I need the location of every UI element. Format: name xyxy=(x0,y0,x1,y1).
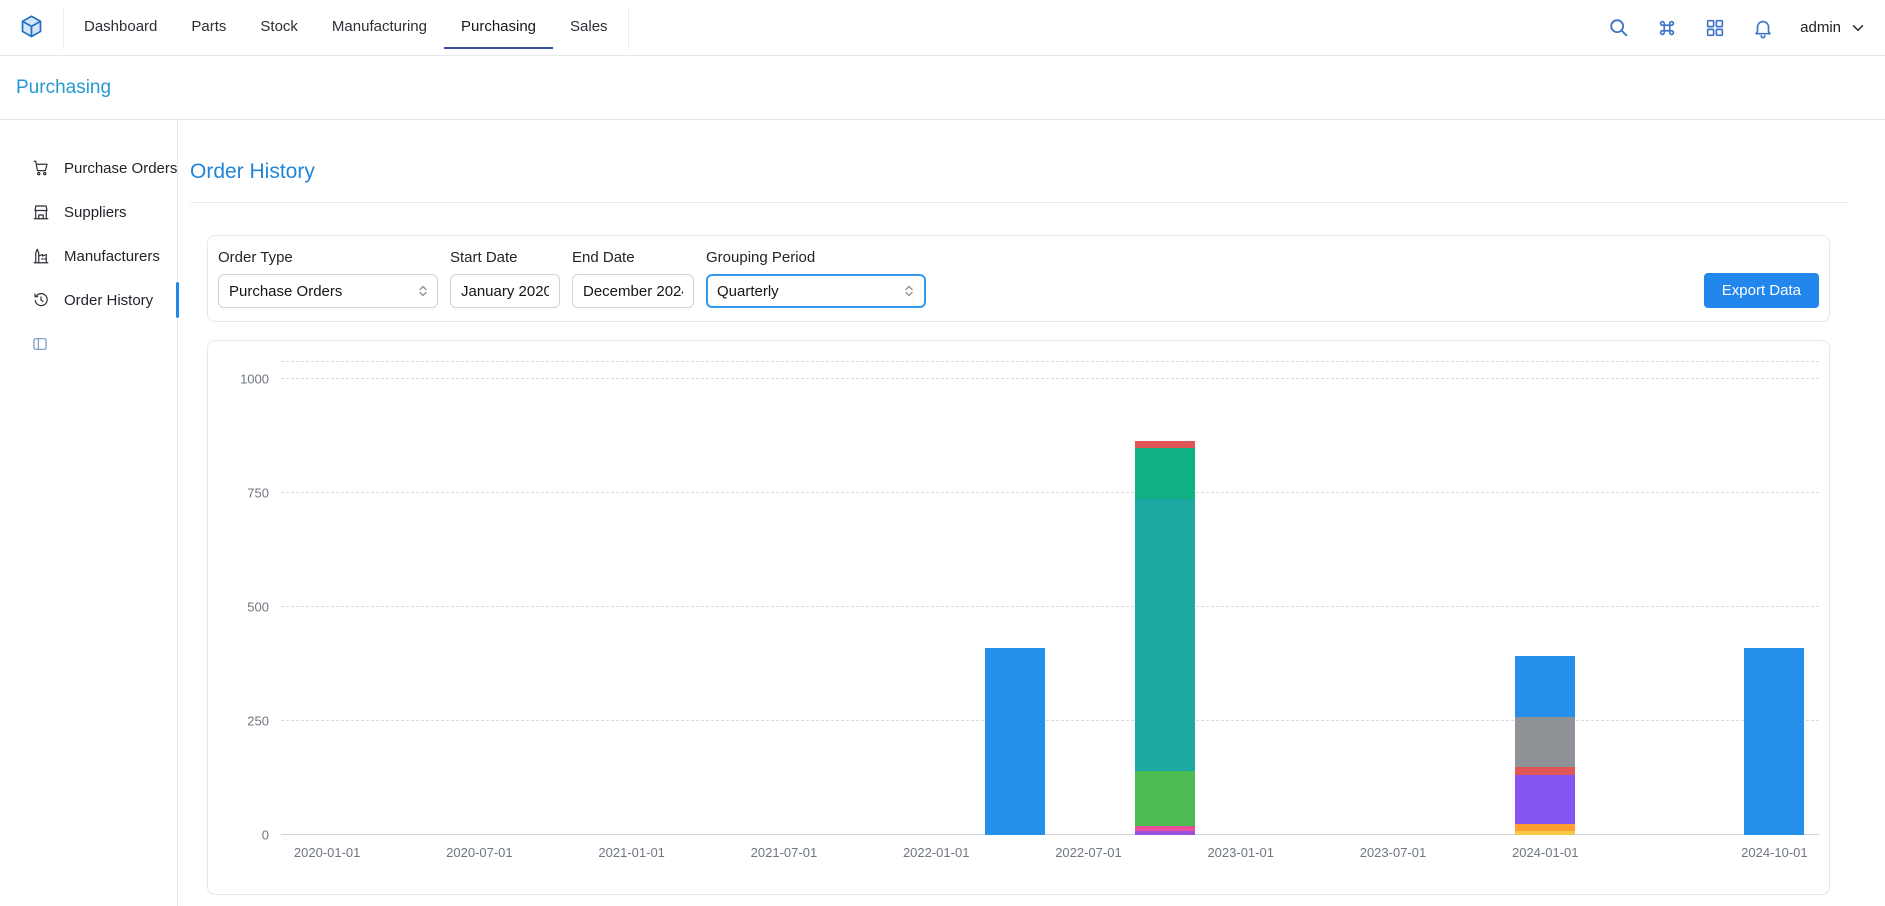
start-date-input-wrap xyxy=(450,274,560,308)
selector-chevrons-icon xyxy=(417,285,429,297)
segment-violet xyxy=(1135,831,1195,835)
bar-2022-Q4[interactable] xyxy=(1135,441,1195,835)
user-name: admin xyxy=(1800,19,1841,36)
end-date-input-wrap xyxy=(572,274,694,308)
top-navbar: Dashboard Parts Stock Manufacturing Purc… xyxy=(0,0,1885,56)
sidebar-item-purchase-orders[interactable]: Purchase Orders xyxy=(0,146,177,190)
segment-red xyxy=(1515,767,1575,775)
tab-purchasing[interactable]: Purchasing xyxy=(444,7,553,49)
x-tick-label: 2022-01-01 xyxy=(903,845,970,860)
order-type-field: Order Type Purchase Orders xyxy=(218,249,438,308)
tab-stock[interactable]: Stock xyxy=(243,7,315,49)
user-menu[interactable]: admin xyxy=(1800,19,1867,37)
y-tick-label: 0 xyxy=(262,828,269,843)
main-nav-tabs: Dashboard Parts Stock Manufacturing Purc… xyxy=(63,7,629,49)
purchasing-sidebar: Purchase Orders Suppliers M xyxy=(0,120,178,906)
x-tick-label: 2020-01-01 xyxy=(294,845,361,860)
x-tick-label: 2022-07-01 xyxy=(1055,845,1122,860)
plot-top-border xyxy=(281,361,1819,362)
sidebar-item-order-history[interactable]: Order History xyxy=(0,278,177,322)
filter-panel: Order Type Purchase Orders Start Date xyxy=(207,235,1830,322)
breadcrumb-bar: Purchasing xyxy=(0,56,1885,120)
export-data-button[interactable]: Export Data xyxy=(1704,273,1819,308)
main-content: Order History Order Type Purchase Orders… xyxy=(178,120,1885,906)
gridline-1000 xyxy=(281,378,1819,379)
section-divider xyxy=(190,202,1849,203)
x-tick-label: 2023-07-01 xyxy=(1360,845,1427,860)
gridline-0 xyxy=(281,834,1819,835)
start-date-field: Start Date xyxy=(450,249,560,308)
tab-parts[interactable]: Parts xyxy=(174,7,243,49)
chart-plot: 025050075010002020-01-012020-07-012021-0… xyxy=(281,361,1819,835)
sidebar-item-label: Purchase Orders xyxy=(64,160,177,177)
x-tick-label: 2021-07-01 xyxy=(751,845,818,860)
end-date-input[interactable] xyxy=(583,283,683,300)
end-date-field: End Date xyxy=(572,249,694,308)
x-tick-label: 2020-07-01 xyxy=(446,845,513,860)
grouping-period-value: Quarterly xyxy=(717,283,779,300)
building-store-icon xyxy=(32,203,50,221)
chevron-down-icon xyxy=(1849,19,1867,37)
segment-blue xyxy=(1515,656,1575,717)
segment-violet xyxy=(1515,775,1575,824)
sidebar-item-label: Suppliers xyxy=(64,204,127,221)
start-date-input[interactable] xyxy=(461,283,549,300)
grouping-period-select[interactable]: Quarterly xyxy=(706,274,926,308)
tab-manufacturing[interactable]: Manufacturing xyxy=(315,7,444,49)
bell-icon[interactable] xyxy=(1752,17,1774,39)
sidebar-item-label: Order History xyxy=(64,292,153,309)
x-tick-label: 2021-01-01 xyxy=(598,845,665,860)
gridline-750 xyxy=(281,492,1819,493)
selector-chevrons-icon xyxy=(903,285,915,297)
history-icon xyxy=(32,291,50,309)
order-type-value: Purchase Orders xyxy=(229,283,342,300)
gridline-250 xyxy=(281,720,1819,721)
tab-dashboard[interactable]: Dashboard xyxy=(67,7,174,49)
segment-orange xyxy=(1515,824,1575,831)
y-tick-label: 750 xyxy=(247,486,269,501)
segment-blue xyxy=(1744,648,1804,835)
building-factory-icon xyxy=(32,247,50,265)
tab-sales[interactable]: Sales xyxy=(553,7,625,49)
segment-green xyxy=(1135,771,1195,826)
layout-sidebar-icon[interactable] xyxy=(32,336,48,352)
segment-blue xyxy=(985,648,1045,835)
search-icon[interactable] xyxy=(1608,17,1630,39)
command-icon[interactable] xyxy=(1656,17,1678,39)
y-tick-label: 1000 xyxy=(240,372,269,387)
order-type-select[interactable]: Purchase Orders xyxy=(218,274,438,308)
app-logo[interactable] xyxy=(18,14,45,41)
end-date-label: End Date xyxy=(572,249,694,266)
sidebar-item-manufacturers[interactable]: Manufacturers xyxy=(0,234,177,278)
y-tick-label: 250 xyxy=(247,714,269,729)
x-tick-label: 2024-01-01 xyxy=(1512,845,1579,860)
sidebar-item-label: Manufacturers xyxy=(64,248,160,265)
segment-teal xyxy=(1135,499,1195,772)
order-type-label: Order Type xyxy=(218,249,438,266)
x-tick-label: 2023-01-01 xyxy=(1207,845,1274,860)
shopping-cart-icon xyxy=(32,159,50,177)
start-date-label: Start Date xyxy=(450,249,560,266)
x-tick-label: 2024-10-01 xyxy=(1741,845,1808,860)
grouping-period-field: Grouping Period Quarterly xyxy=(706,249,926,308)
segment-emerald xyxy=(1135,448,1195,499)
breadcrumb[interactable]: Purchasing xyxy=(16,77,111,99)
segment-gray xyxy=(1515,717,1575,767)
chart-card: 0 250 500 750 1000 2020-01-01 2020-07-01 2021-0… xyxy=(207,340,1830,895)
y-tick-label: 500 xyxy=(247,600,269,615)
bar-2022-Q2[interactable] xyxy=(985,648,1045,835)
bar-2024-Q4[interactable] xyxy=(1744,648,1804,835)
apps-grid-icon[interactable] xyxy=(1704,17,1726,39)
grouping-period-label: Grouping Period xyxy=(706,249,926,266)
package-box-icon xyxy=(18,14,45,41)
bar-2024-Q1[interactable] xyxy=(1515,656,1575,835)
sidebar-item-suppliers[interactable]: Suppliers xyxy=(0,190,177,234)
page-title: Order History xyxy=(190,160,1849,184)
gridline-500 xyxy=(281,606,1819,607)
segment-yellow xyxy=(1515,831,1575,835)
